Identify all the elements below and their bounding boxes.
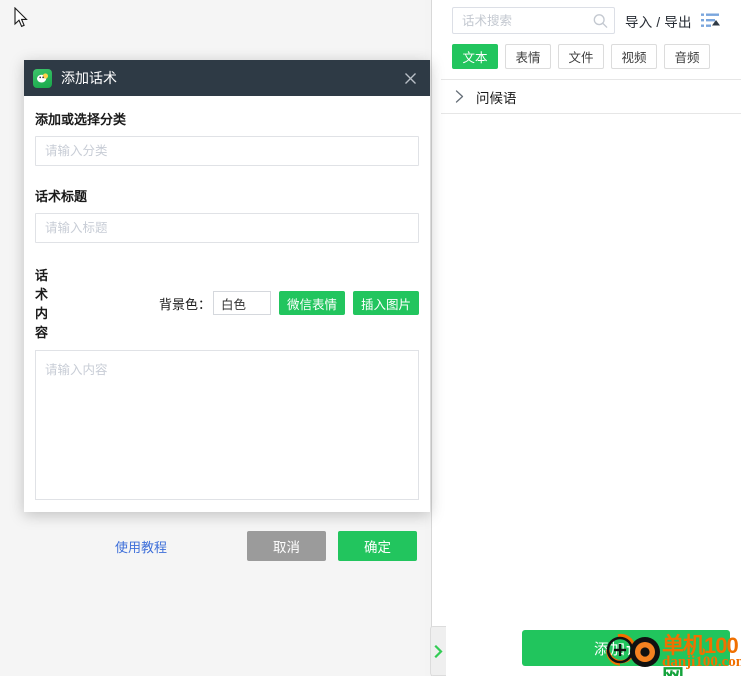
category-label: 添加或选择分类	[35, 112, 127, 127]
tab-file[interactable]: 文件	[558, 44, 604, 69]
panel-collapse-handle[interactable]	[430, 626, 446, 676]
app-root: 导入 / 导出 文本 表情 文件 视频 音频 问候语	[0, 0, 741, 676]
right-panel-toolbar: 导入 / 导出	[441, 0, 741, 41]
right-panel: 导入 / 导出 文本 表情 文件 视频 音频 问候语	[441, 0, 741, 676]
dialog-body: 添加或选择分类 话术标题 话术内容 背景色： 微信表情 插入图片 使用教程 取消…	[24, 96, 430, 561]
background-color-label: 背景色：	[158, 296, 211, 312]
script-title-label: 话术标题	[35, 189, 88, 204]
content-type-tabs: 文本 表情 文件 视频 音频	[441, 41, 741, 79]
dialog-title-bar: 添加话术	[24, 60, 430, 96]
add-script-button[interactable]: 添加话术	[522, 630, 730, 666]
search-box[interactable]	[452, 7, 615, 34]
add-script-dialog: 添加话术 添加或选择分类 话术标题 话术内容 背景色： 微信表情 插入图片	[24, 60, 430, 561]
app-logo-icon	[33, 68, 52, 88]
category-input[interactable]	[35, 136, 419, 166]
cancel-button[interactable]: 取消	[247, 531, 326, 561]
mouse-cursor-icon	[14, 6, 28, 28]
tab-video[interactable]: 视频	[611, 44, 657, 69]
wechat-emoji-button[interactable]: 微信表情	[278, 291, 345, 315]
script-content-textarea[interactable]	[35, 350, 419, 500]
dialog-footer: 使用教程 取消 确定	[35, 531, 419, 561]
insert-image-button[interactable]: 插入图片	[352, 291, 419, 315]
tutorial-link[interactable]: 使用教程	[115, 537, 167, 556]
tab-text[interactable]: 文本	[452, 44, 498, 69]
group-row-greeting[interactable]: 问候语	[441, 80, 741, 114]
chevron-right-icon	[434, 644, 443, 658]
tab-audio[interactable]: 音频	[664, 44, 710, 69]
close-icon[interactable]	[400, 68, 420, 88]
group-label: 问候语	[476, 90, 517, 106]
dialog-title: 添加话术	[61, 70, 117, 86]
search-input[interactable]	[462, 13, 588, 28]
content-toolbar-row: 话术内容 背景色： 微信表情 插入图片	[35, 265, 419, 341]
list-sort-icon[interactable]	[700, 11, 722, 31]
script-title-input[interactable]	[35, 213, 419, 243]
tab-emoji[interactable]: 表情	[505, 44, 551, 69]
background-color-input[interactable]	[212, 291, 271, 315]
search-icon[interactable]	[593, 13, 608, 28]
script-content-label: 话术内容	[35, 268, 49, 340]
import-export-button[interactable]: 导入 / 导出	[625, 11, 692, 31]
chevron-right-icon[interactable]	[453, 89, 466, 104]
confirm-button[interactable]: 确定	[338, 531, 417, 561]
